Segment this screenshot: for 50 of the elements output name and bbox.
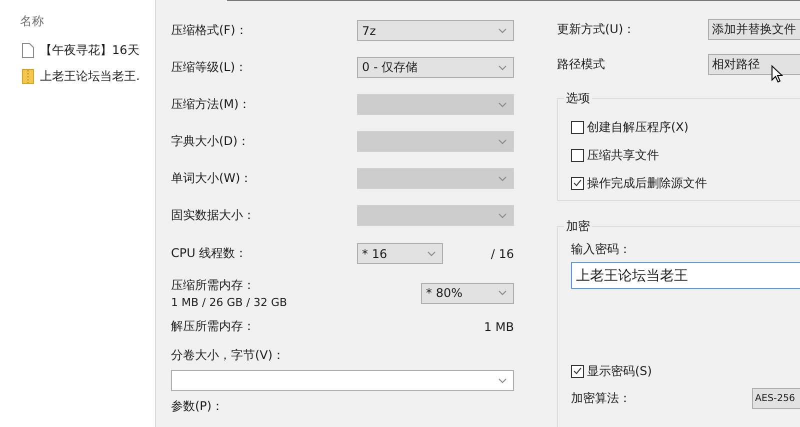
field-label: 输入密码： — [571, 242, 631, 256]
field-label: 字典大小(D)： — [171, 133, 250, 150]
cursor-icon — [771, 65, 783, 83]
checkbox-label[interactable]: 操作完成后删除源文件 — [587, 174, 707, 192]
chevron-down-icon — [498, 290, 507, 296]
checkbox[interactable] — [571, 176, 584, 190]
checkbox-label[interactable]: 创建自解压程序(X) — [587, 118, 689, 136]
dropdown[interactable]: * 80% — [421, 282, 514, 304]
memory-value: 1 MB — [484, 320, 514, 334]
chevron-down-icon — [498, 64, 507, 70]
checkbox-label[interactable]: 显示密码(S) — [587, 362, 652, 380]
file-name[interactable]: 【午夜寻花】16天 — [40, 42, 140, 58]
memory-usage: 1 MB / 26 GB / 32 GB — [171, 296, 288, 309]
dropdown[interactable]: * 16 — [357, 243, 443, 264]
checkbox[interactable] — [571, 120, 584, 134]
field-label: 更新方式(U)： — [557, 21, 636, 38]
dropdown[interactable]: 添加并替换文件 — [708, 19, 800, 40]
zip-folder-icon — [22, 68, 34, 84]
checkbox-label[interactable]: 压缩共享文件 — [587, 146, 659, 164]
field-label: 参数(P)： — [171, 398, 224, 414]
field-label: 压缩等级(L)： — [171, 59, 248, 76]
field-label: 压缩格式(F)： — [171, 22, 248, 39]
field-label: 分卷大小，字节(V)： — [171, 346, 285, 364]
column-header[interactable]: 名称 — [20, 13, 155, 37]
chevron-down-icon — [498, 378, 507, 384]
group-title: 选项 — [564, 90, 592, 107]
field-label: 压缩所需内存： — [171, 277, 256, 294]
field-label: 加密算法： — [571, 390, 631, 406]
field-label: 单词大小(W)： — [171, 170, 252, 187]
chevron-down-icon — [498, 212, 507, 218]
volume-dropdown[interactable] — [171, 370, 514, 391]
document-icon — [22, 42, 34, 58]
chevron-down-icon — [498, 138, 507, 144]
field-label: 固实数据大小： — [171, 207, 255, 224]
password-field[interactable]: 上老王论坛当老王 — [571, 262, 800, 289]
thread-total: / 16 — [490, 246, 514, 260]
field-label: 解压所需内存： — [171, 318, 255, 335]
dropdown[interactable]: AES-256 — [752, 388, 800, 408]
checkbox[interactable] — [571, 148, 584, 162]
checkbox[interactable] — [571, 364, 584, 378]
field-label: 压缩方法(M)： — [171, 96, 251, 113]
file-name[interactable]: 上老王论坛当老王. — [40, 68, 140, 84]
chevron-down-icon — [498, 28, 507, 34]
dropdown[interactable]: 0 - 仅存储 — [357, 57, 514, 78]
chevron-down-icon — [498, 176, 507, 182]
chevron-down-icon — [427, 250, 436, 256]
dropdown[interactable]: 7z — [357, 20, 514, 41]
field-label: 路径模式 — [557, 56, 605, 73]
chevron-down-icon — [498, 102, 507, 108]
field-label: CPU 线程数： — [171, 245, 248, 262]
